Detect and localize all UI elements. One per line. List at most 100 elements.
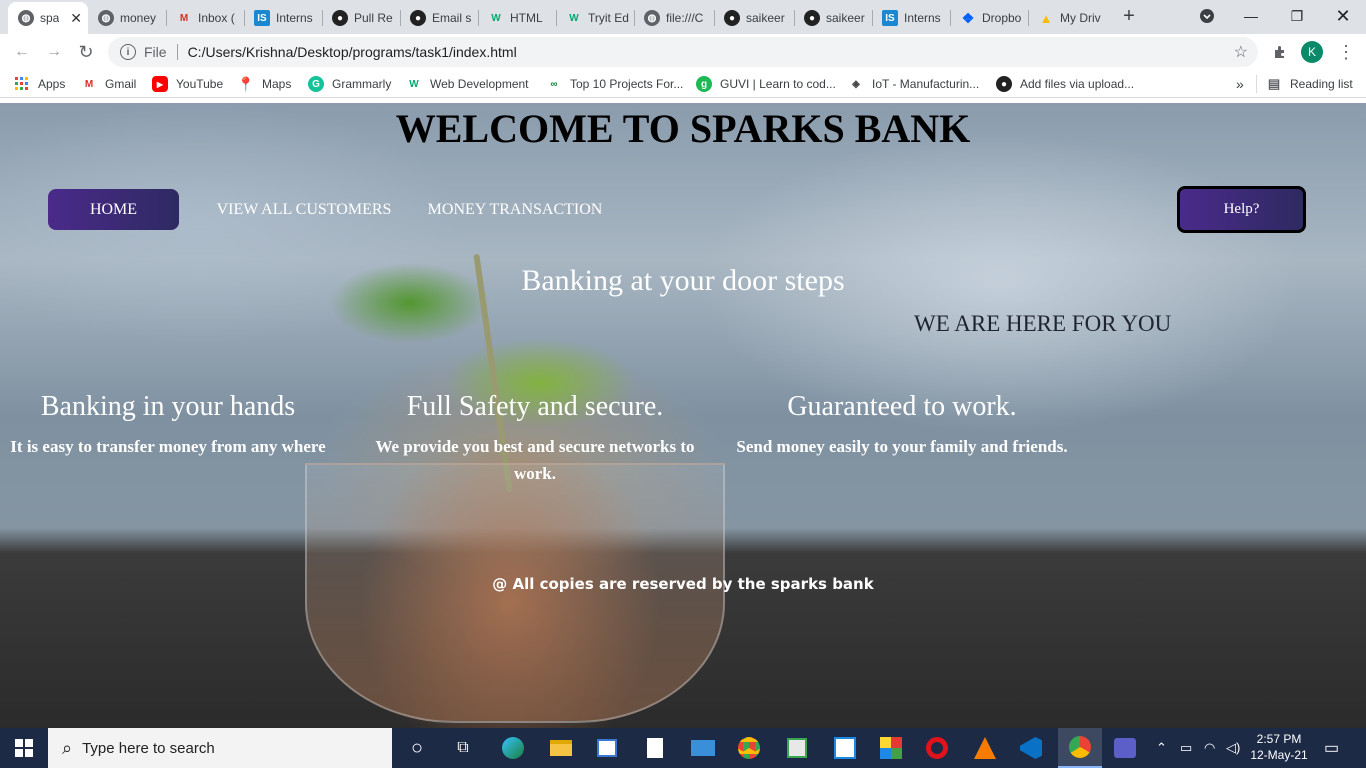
tab[interactable]: W Tryit Ed — [556, 4, 634, 32]
tab-active[interactable]: ◍ spa ✕ — [8, 2, 88, 34]
globe-icon: ◍ — [18, 10, 34, 26]
taskbar: ⌕ Type here to search ○ ⧉ ⌃ ▭ ◠ ◁) 2:57 … — [0, 728, 1366, 768]
github-icon: ● — [804, 10, 820, 26]
new-tab-button[interactable]: + — [1118, 6, 1140, 28]
file-explorer-icon[interactable] — [546, 733, 576, 763]
bookmark-grammarly[interactable]: G Grammarly — [308, 75, 391, 93]
bookmark-web-development[interactable]: W Web Development — [406, 75, 529, 93]
app-icon[interactable] — [830, 733, 860, 763]
feature-heading: Guaranteed to work. — [787, 391, 1017, 422]
menu-kebab-icon[interactable]: ⋮ — [1334, 40, 1358, 64]
nav-home-button[interactable]: HOME — [48, 189, 179, 230]
back-icon[interactable]: ← — [10, 40, 34, 64]
page-content: WELCOME TO SPARKS BANK HOME VIEW ALL CUS… — [0, 103, 1366, 728]
tab[interactable]: W HTML — [478, 4, 556, 32]
chrome-active-icon[interactable] — [1058, 728, 1102, 768]
w3schools-icon: W — [409, 78, 419, 90]
bookmark-label: IoT - Manufacturin... — [872, 77, 980, 91]
forward-icon[interactable]: → — [42, 40, 66, 64]
clock-time: 2:57 PM — [1256, 732, 1302, 746]
chrome-icon[interactable] — [734, 733, 764, 763]
bookmark-iot[interactable]: ◈ IoT - Manufacturin... — [848, 75, 979, 93]
volume-icon[interactable]: ◁) — [1226, 740, 1240, 756]
feature-card: Full Safety and secure. We provide you b… — [370, 391, 700, 487]
edge-icon[interactable] — [498, 733, 528, 763]
bookmark-maps[interactable]: 📍 Maps — [237, 75, 292, 93]
office-icon[interactable] — [876, 733, 906, 763]
bookmark-gmail[interactable]: M Gmail — [81, 75, 137, 93]
tab-title: Interns — [276, 11, 313, 25]
bookmark-label: Maps — [262, 77, 292, 91]
bookmark-youtube[interactable]: ▶ YouTube — [152, 75, 223, 93]
battery-icon[interactable]: ▭ — [1180, 740, 1192, 756]
help-button[interactable]: Help? — [1177, 186, 1306, 233]
tab[interactable]: ◍ money — [88, 4, 166, 32]
feature-text: We provide you best and secure networks … — [375, 437, 695, 483]
tab-search-icon[interactable] — [1184, 0, 1230, 32]
nav-view-customers-link[interactable]: VIEW ALL CUSTOMERS — [216, 189, 392, 230]
tab[interactable]: ● saikeer — [714, 4, 794, 32]
restore-icon[interactable]: ❐ — [1274, 0, 1320, 32]
tab[interactable]: ◍ file:///C — [634, 4, 714, 32]
tab-title: spa — [40, 11, 60, 25]
subtagline: WE ARE HERE FOR YOU — [914, 311, 1172, 336]
tab[interactable]: IS Interns — [872, 4, 950, 32]
tab-title: money — [120, 11, 157, 25]
bookmark-label: Grammarly — [332, 77, 392, 91]
close-tab-icon[interactable]: ✕ — [70, 10, 82, 27]
vlc-icon[interactable] — [970, 733, 1000, 763]
tab-title: saikeer — [826, 11, 865, 25]
cortana-icon[interactable]: ○ — [402, 733, 432, 763]
extensions-icon[interactable] — [1268, 40, 1292, 64]
search-icon: ⌕ — [62, 737, 73, 758]
tab[interactable]: ▲ My Driv — [1028, 4, 1106, 32]
minimize-icon[interactable]: — — [1228, 0, 1274, 32]
notepad-icon[interactable] — [640, 733, 670, 763]
windows-start-icon[interactable] — [0, 728, 48, 768]
tab[interactable]: ❖ Dropbo — [950, 4, 1028, 32]
nav-money-transaction-link[interactable]: MONEY TRANSACTION — [426, 189, 604, 230]
bookmark-add-files[interactable]: ● Add files via upload... — [996, 75, 1134, 93]
reading-list-button[interactable]: ▤ Reading list — [1266, 75, 1353, 93]
feature-heading: Full Safety and secure. — [406, 391, 664, 422]
bookmark-label: Web Development — [430, 77, 529, 91]
taskbar-search-input[interactable]: ⌕ Type here to search — [48, 728, 392, 768]
footer-copyright: @ All copies are reserved by the sparks … — [492, 575, 874, 593]
bookmark-label: YouTube — [176, 77, 224, 91]
tab[interactable]: ● Pull Re — [322, 4, 400, 32]
task-view-icon[interactable]: ⧉ — [448, 733, 478, 763]
show-hidden-icons[interactable]: ⌃ — [1156, 740, 1167, 756]
bookmark-guvi[interactable]: g GUVI | Learn to cod... — [696, 75, 836, 93]
wifi-icon[interactable]: ◠ — [1204, 740, 1215, 756]
teams-icon[interactable] — [1110, 733, 1140, 763]
bookmark-apps[interactable]: Apps — [14, 75, 65, 93]
site-title: WELCOME TO SPARKS BANK — [395, 106, 971, 151]
tab[interactable]: ● Email s — [400, 4, 478, 32]
close-window-icon[interactable]: ✕ — [1320, 0, 1366, 32]
vscode-icon[interactable] — [1016, 733, 1046, 763]
globe-icon: ◍ — [98, 10, 114, 26]
more-bookmarks-button[interactable]: » — [1236, 75, 1244, 93]
store-icon[interactable] — [592, 733, 622, 763]
mail-icon[interactable] — [688, 733, 718, 763]
tab[interactable]: IS Interns — [244, 4, 322, 32]
site-info-icon[interactable]: i — [120, 44, 136, 60]
url-text[interactable]: C:/Users/Krishna/Desktop/programs/task1/… — [188, 44, 517, 60]
tab[interactable]: ● saikeer — [794, 4, 872, 32]
iot-icon: ◈ — [852, 78, 860, 90]
clock[interactable]: 2:57 PM 12-May-21 — [1248, 731, 1310, 763]
w3schools-icon: W — [569, 12, 579, 24]
coin-jar-image — [305, 463, 725, 723]
bookmark-top-projects[interactable]: ∞ Top 10 Projects For... — [546, 75, 683, 93]
tab[interactable]: M Inbox ( — [166, 4, 244, 32]
profile-avatar[interactable]: K — [1301, 41, 1323, 63]
feature-text: It is easy to transfer money from any wh… — [10, 437, 326, 456]
google-drive-icon: ▲ — [1039, 10, 1053, 26]
reload-icon[interactable]: ↻ — [74, 40, 98, 64]
address-bar[interactable]: i File C:/Users/Krishna/Desktop/programs… — [108, 37, 1258, 67]
tab-title: file:///C — [666, 11, 704, 25]
bookmark-star-icon[interactable]: ☆ — [1234, 42, 1248, 62]
notification-icon[interactable]: ▭ — [1324, 738, 1339, 758]
opera-icon[interactable] — [922, 733, 952, 763]
app-icon[interactable] — [782, 733, 812, 763]
